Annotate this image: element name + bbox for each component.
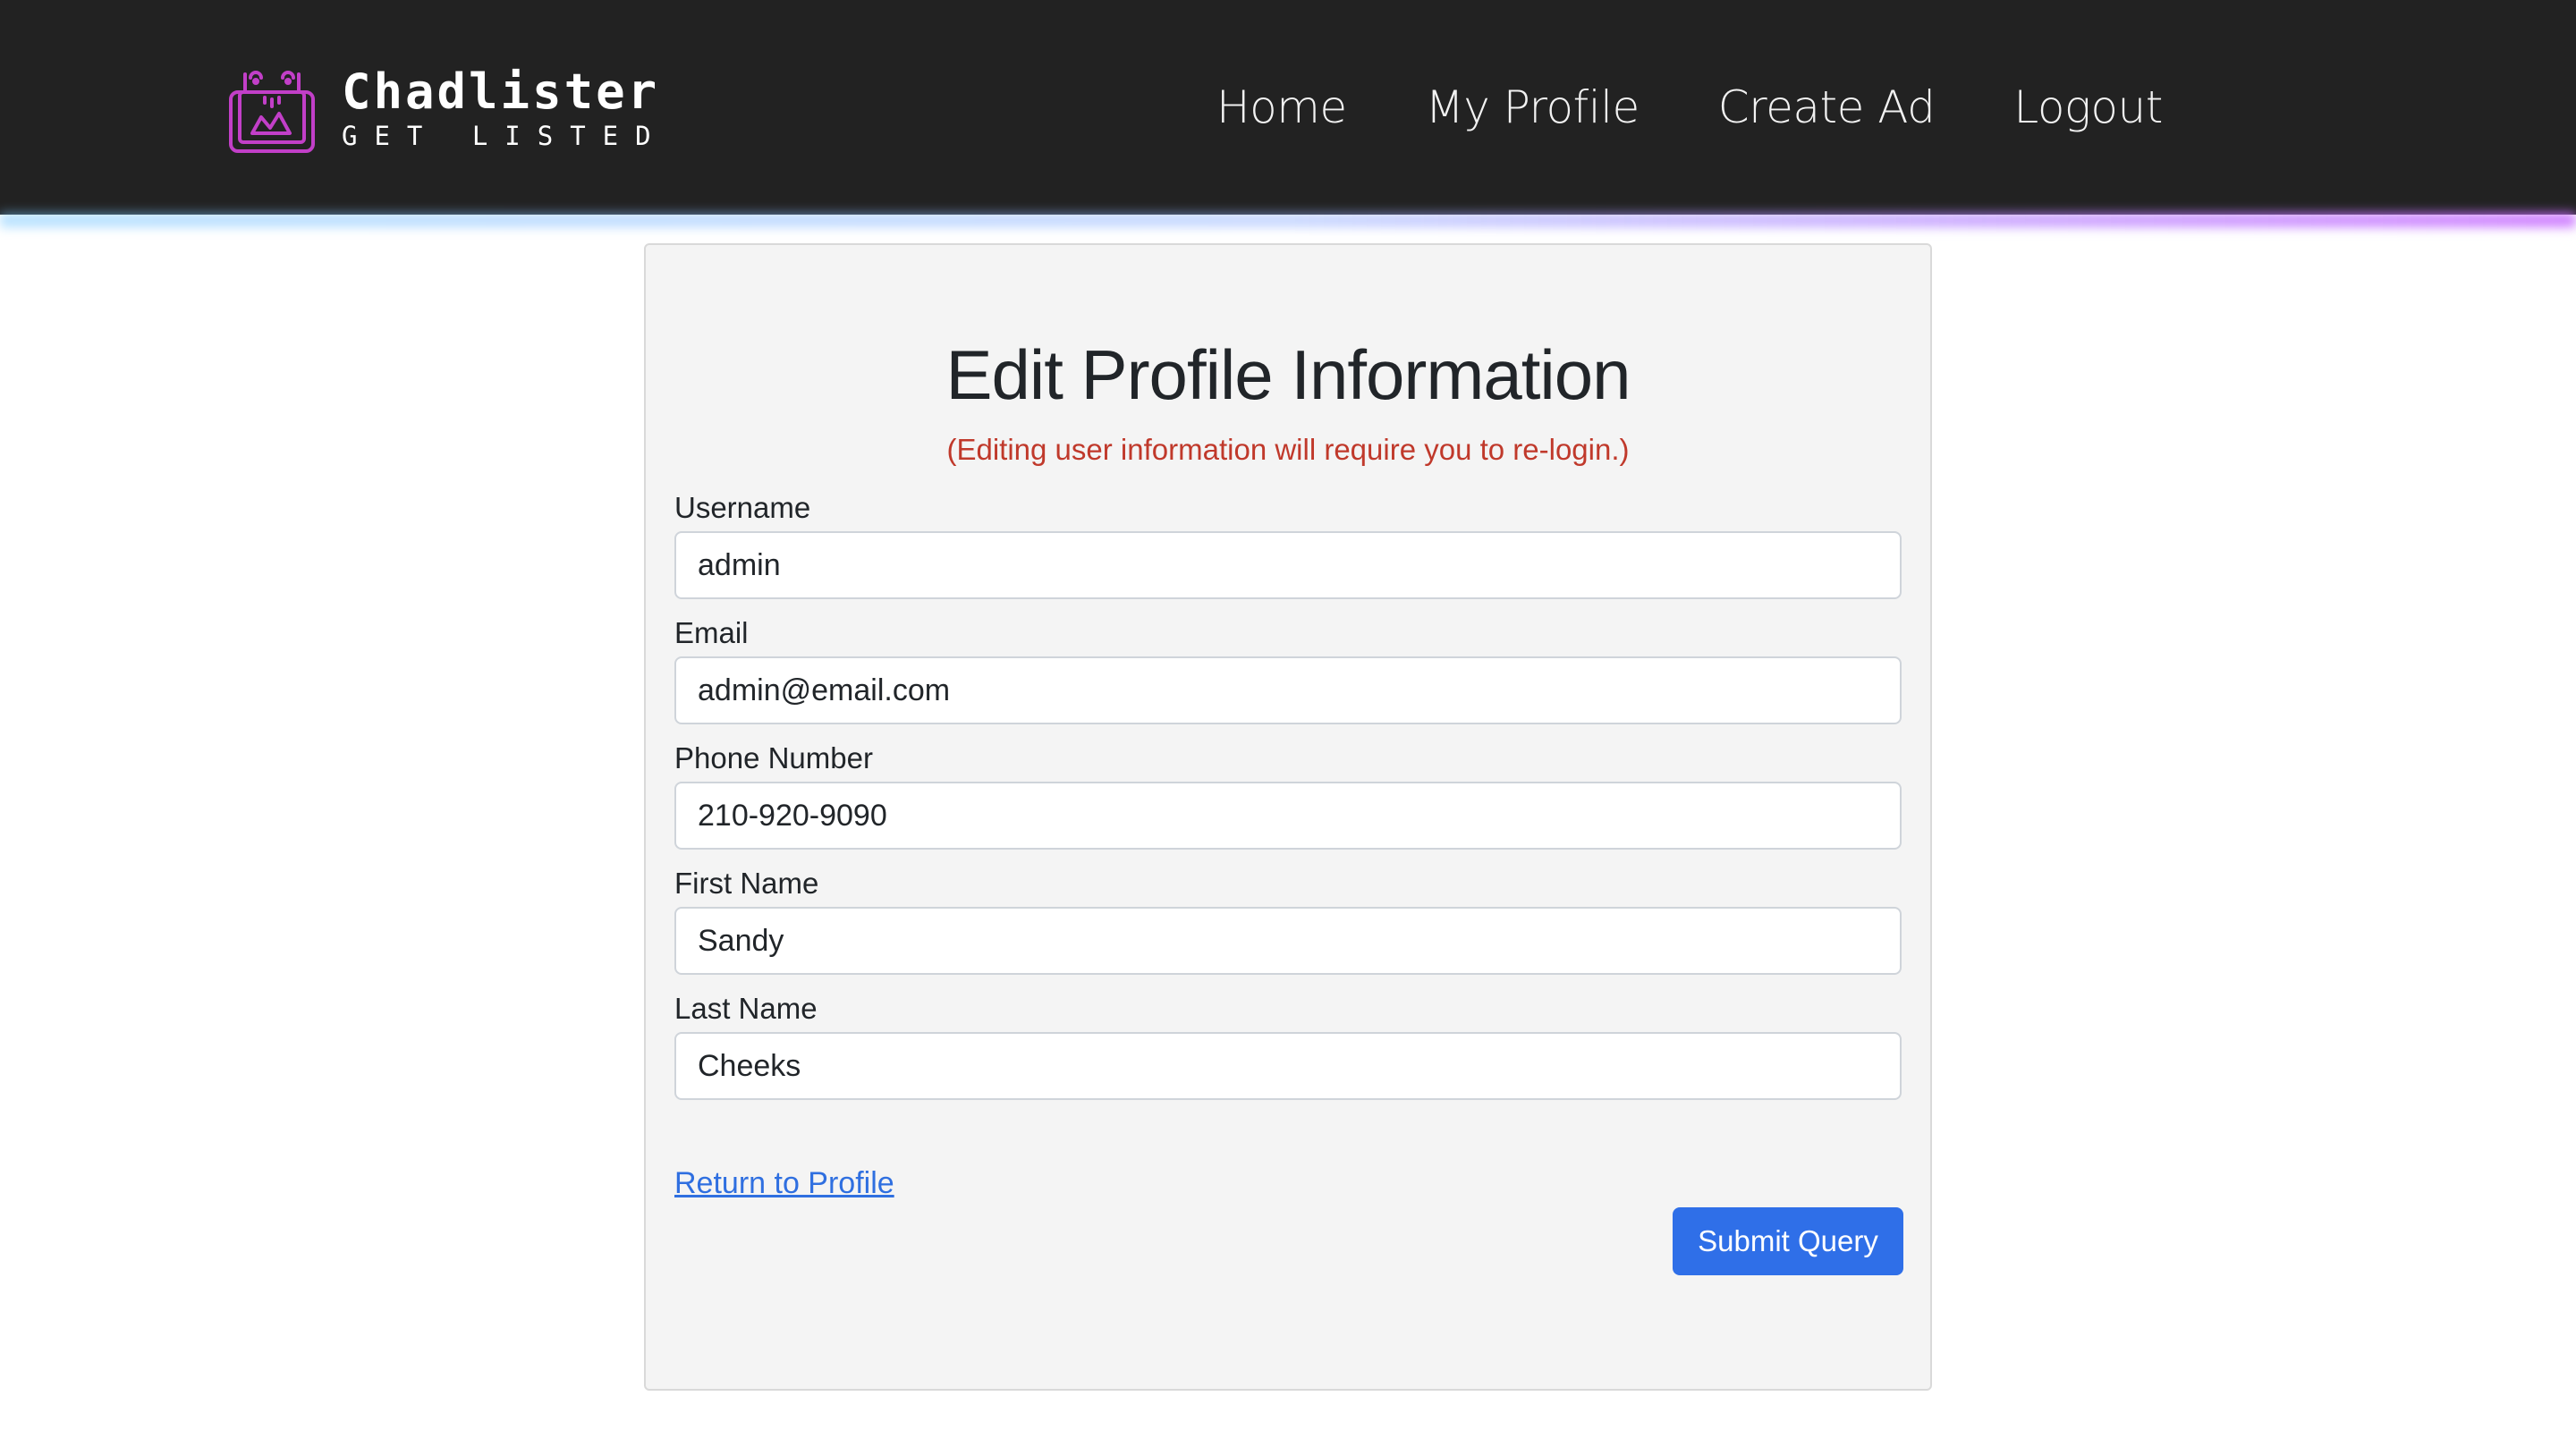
edit-profile-form: Username Email Phone Number First Name L…	[674, 488, 1902, 1114]
relogin-warning: (Editing user information will require y…	[946, 433, 1630, 466]
brand-name: Chadlister	[342, 63, 660, 120]
submit-button[interactable]: Submit Query	[1673, 1207, 1903, 1275]
shopping-bag-icon	[229, 71, 315, 153]
email-field-group: Email	[674, 613, 1902, 724]
email-input[interactable]	[674, 656, 1902, 724]
last-name-input[interactable]	[674, 1032, 1902, 1100]
brand[interactable]: Chadlister GET LISTED	[225, 59, 668, 157]
first-name-label: First Name	[674, 867, 819, 900]
return-to-profile-link[interactable]: Return to Profile	[674, 1166, 894, 1201]
username-input[interactable]	[674, 531, 1902, 599]
email-label: Email	[674, 616, 749, 649]
phone-number-label: Phone Number	[674, 741, 873, 774]
username-label: Username	[674, 491, 811, 524]
edit-profile-card: Edit Profile Information (Editing user i…	[644, 243, 1932, 1391]
brand-tagline: GET LISTED	[342, 121, 668, 151]
nav-link-logout[interactable]: Logout	[2013, 81, 2163, 133]
nav-link-create-ad[interactable]: Create Ad	[1718, 81, 1936, 133]
top-navbar: Chadlister GET LISTED Home My Profile Cr…	[0, 0, 2576, 215]
phone-field-group: Phone Number	[674, 739, 1902, 850]
nav-link-home[interactable]: Home	[1216, 81, 1347, 133]
first-name-field-group: First Name	[674, 864, 1902, 975]
username-field-group: Username	[674, 488, 1902, 599]
last-name-field-group: Last Name	[674, 989, 1902, 1100]
header-glow-divider	[0, 213, 2576, 227]
page-title: Edit Profile Information	[945, 335, 1631, 414]
nav-link-my-profile[interactable]: My Profile	[1426, 81, 1640, 133]
main-nav: Home My Profile Create Ad Logout	[1216, 73, 2163, 141]
first-name-input[interactable]	[674, 907, 1902, 975]
phone-number-input[interactable]	[674, 782, 1902, 850]
last-name-label: Last Name	[674, 992, 818, 1025]
